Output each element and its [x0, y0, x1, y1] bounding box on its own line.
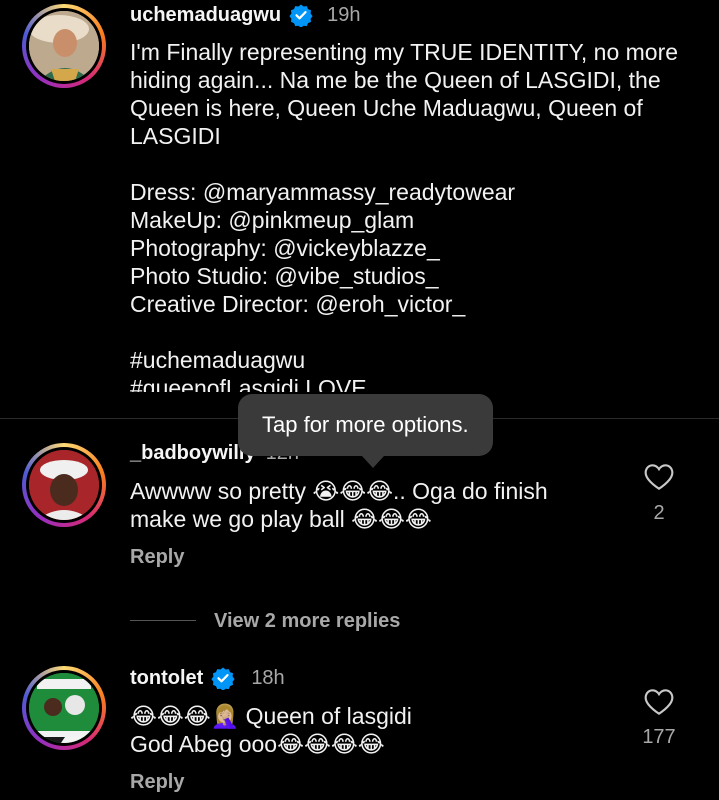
heart-outline-icon	[644, 689, 674, 715]
caption-text: I'm Finally representing my TRUE IDENTIT…	[130, 39, 679, 392]
like-count: 2	[653, 502, 665, 524]
caption-time: 19h	[327, 3, 361, 26]
avatar-photo-icon	[29, 673, 99, 743]
comment-avatar-tontolet[interactable]	[22, 666, 106, 750]
comment-text: 😂😂😂🤦🏼‍♀️ Queen of lasgidi God Abeg ooo😂😂…	[130, 703, 412, 757]
like-count: 177	[642, 726, 676, 748]
avatar-photo-icon	[29, 450, 99, 520]
caption-username[interactable]: uchemaduagwu	[130, 4, 281, 27]
comment-avatar-badboywilly[interactable]	[22, 443, 106, 527]
replies-line	[130, 620, 196, 621]
like-button[interactable]	[629, 686, 689, 721]
comment-username[interactable]: _badboywilly	[130, 442, 256, 465]
verified-badge-icon	[289, 4, 313, 27]
tooltip-text: Tap for more options.	[238, 394, 493, 456]
comment-time: 18h	[251, 666, 285, 689]
like-button[interactable]	[629, 461, 689, 496]
avatar-photo-icon	[29, 11, 99, 81]
caption-avatar[interactable]	[22, 4, 106, 88]
reply-button[interactable]: Reply	[130, 546, 184, 569]
reply-button[interactable]: Reply	[130, 771, 184, 794]
comment-text: Awwww so pretty 😭😂😂.. Oga do finish make…	[130, 478, 548, 532]
tooltip[interactable]: Tap for more options.	[238, 394, 493, 468]
tooltip-tail	[362, 456, 384, 468]
verified-badge-icon	[211, 667, 235, 690]
comment-username[interactable]: tontolet	[130, 667, 203, 690]
view-more-replies-button[interactable]: View 2 more replies	[214, 610, 400, 633]
heart-outline-icon	[644, 464, 674, 490]
